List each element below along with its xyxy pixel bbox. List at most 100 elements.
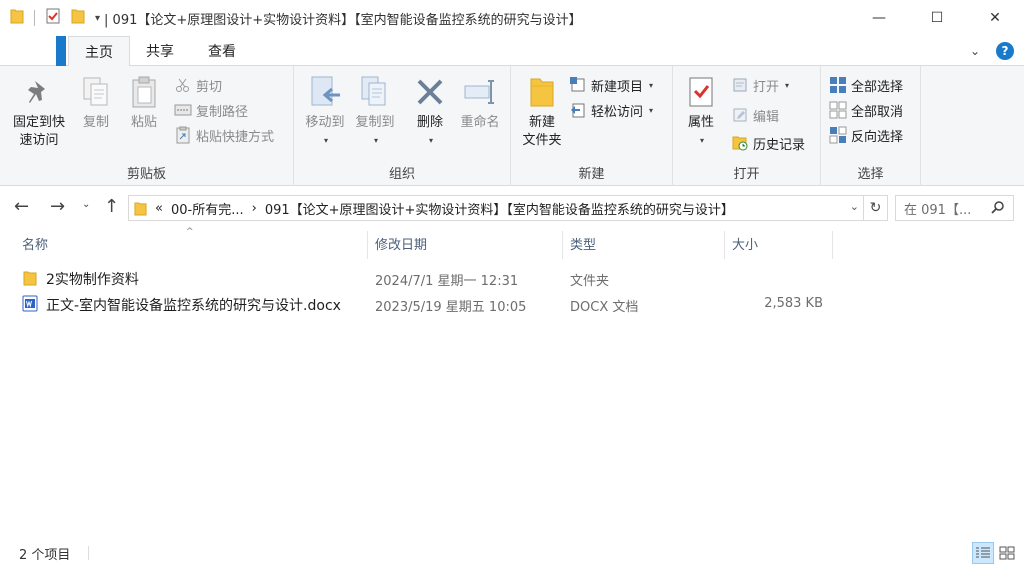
- history-label: 历史记录: [753, 137, 806, 153]
- tab-share[interactable]: 共享: [132, 36, 188, 66]
- window-controls: — ☐ ✕: [850, 0, 1024, 36]
- overflow-chevron[interactable]: «: [155, 201, 163, 216]
- new-item-button[interactable]: 新建项目 ▾: [569, 74, 653, 96]
- tab-view[interactable]: 查看: [192, 36, 252, 66]
- folder-icon: [23, 270, 37, 290]
- copy-path-button[interactable]: 复制路径: [174, 99, 248, 121]
- minimize-button[interactable]: —: [850, 0, 908, 36]
- new-folder-label-1: 新建: [528, 115, 555, 130]
- new-item-label: 新建项目: [591, 79, 644, 95]
- column-modified[interactable]: 修改日期: [368, 227, 562, 259]
- move-to-button[interactable]: 移动到 ▾: [298, 72, 352, 150]
- open-icon: [731, 76, 749, 94]
- delete-x-icon: [412, 72, 448, 112]
- delete-label: 删除: [416, 115, 443, 130]
- paste-shortcut-icon: [174, 126, 192, 144]
- customize-qat-icon[interactable]: ▾: [95, 13, 100, 24]
- cut-label: 剪切: [196, 79, 223, 95]
- history-button[interactable]: 历史记录: [731, 132, 805, 154]
- details-view-icon[interactable]: [972, 542, 994, 564]
- new-item-caret: ▾: [649, 80, 654, 90]
- maximize-button[interactable]: ☐: [908, 0, 966, 36]
- new-folder-qat-icon[interactable]: [71, 8, 85, 28]
- up-arrow-icon[interactable]: ↑: [104, 196, 119, 217]
- list-item[interactable]: 正文-室内智能设备监控系统的研究与设计.docx 2023/5/19 星期五 1…: [17, 292, 831, 316]
- column-name[interactable]: 名称: [15, 227, 367, 259]
- new-folder-button[interactable]: 新建 文件夹: [517, 72, 567, 150]
- easy-access-button[interactable]: 轻松访问 ▾: [569, 99, 653, 121]
- select-none-button[interactable]: 全部取消: [829, 99, 903, 121]
- column-divider[interactable]: [832, 231, 833, 259]
- tab-home[interactable]: 主页: [68, 36, 130, 67]
- breadcrumb-separator[interactable]: ›: [252, 201, 257, 216]
- select-group-label: 选择: [857, 167, 884, 182]
- easy-access-caret: ▾: [649, 105, 654, 115]
- address-bar[interactable]: « 00-所有完... › 091【论文+原理图设计+实物设计资料】【室内智能设…: [128, 195, 864, 221]
- paste-icon: [126, 72, 162, 112]
- copy-to-label: 复制到: [355, 115, 395, 130]
- copy-to-caret: ▾: [373, 136, 378, 145]
- separator: [34, 10, 35, 26]
- copy-to-icon: [357, 72, 393, 112]
- refresh-icon[interactable]: ↻: [864, 195, 888, 221]
- address-dropdown-icon[interactable]: ⌄: [850, 200, 859, 213]
- ribbon-tabs: 主页 共享 查看 ⌄ ?: [0, 36, 1024, 67]
- breadcrumb-parent[interactable]: 00-所有完...: [171, 199, 244, 218]
- copy-path-icon: [174, 101, 192, 119]
- easy-access-label: 轻松访问: [591, 104, 644, 120]
- status-divider: [88, 546, 89, 560]
- rename-label: 重命名: [460, 115, 500, 130]
- status-bar: 2 个项目: [0, 540, 1024, 566]
- clipboard-group-label: 剪贴板: [126, 167, 166, 182]
- search-icon: [991, 200, 1005, 218]
- search-input[interactable]: 在 091【...: [895, 195, 1014, 221]
- close-button[interactable]: ✕: [966, 0, 1024, 36]
- back-arrow-icon[interactable]: ←: [14, 196, 29, 217]
- file-type: 文件夹: [570, 274, 610, 289]
- pin-quick-access-button[interactable]: 固定到快 速访问: [6, 72, 72, 150]
- quick-access-toolbar: ▾: [0, 8, 100, 28]
- help-icon[interactable]: ?: [996, 42, 1014, 60]
- edit-label: 编辑: [753, 109, 780, 125]
- file-tab[interactable]: [56, 36, 66, 66]
- column-type[interactable]: 类型: [563, 227, 724, 259]
- chevron-down-icon[interactable]: ⌄: [970, 44, 980, 58]
- file-name: 正文-室内智能设备监控系统的研究与设计.docx: [46, 298, 341, 314]
- select-all-button[interactable]: 全部选择: [829, 74, 903, 96]
- item-count: 2 个项目: [19, 548, 71, 563]
- copy-path-label: 复制路径: [196, 104, 249, 120]
- rename-button[interactable]: 重命名: [454, 72, 506, 132]
- list-item[interactable]: 2实物制作资料 2024/7/1 星期一 12:31 文件夹: [17, 266, 831, 290]
- ribbon: 固定到快 速访问 复制 粘贴 剪切 复制路径 粘贴快捷方式 剪贴板 移动到 ▾ …: [0, 66, 1024, 186]
- delete-button[interactable]: 删除 ▾: [408, 72, 452, 150]
- new-folder-label-2: 文件夹: [522, 133, 562, 148]
- edit-button[interactable]: 编辑: [731, 104, 779, 126]
- forward-arrow-icon[interactable]: →: [50, 196, 65, 217]
- column-size[interactable]: 大小: [725, 227, 832, 259]
- pin-icon: [21, 72, 57, 112]
- scissors-icon: [174, 76, 192, 94]
- invert-selection-button[interactable]: 反向选择: [829, 124, 903, 146]
- ribbon-controls: ⌄ ?: [970, 42, 1014, 60]
- cut-button[interactable]: 剪切: [174, 74, 222, 96]
- copy-button[interactable]: 复制: [74, 72, 118, 132]
- properties-button[interactable]: 属性 ▾: [679, 72, 723, 150]
- file-size: 2,583 KB: [764, 296, 823, 311]
- docx-icon: [22, 295, 38, 316]
- file-name: 2实物制作资料: [46, 272, 139, 288]
- large-icons-view-icon[interactable]: [996, 542, 1018, 564]
- paste-button[interactable]: 粘贴: [122, 72, 166, 132]
- history-icon: [731, 134, 749, 152]
- properties-qat-icon[interactable]: [45, 8, 61, 28]
- open-button[interactable]: 打开 ▾: [731, 74, 789, 96]
- breadcrumb-current[interactable]: 091【论文+原理图设计+实物设计资料】【室内智能设备监控系统的研究与设计】: [265, 199, 734, 218]
- recent-locations-icon[interactable]: ⌄: [82, 199, 90, 210]
- pin-label-1: 固定到快: [12, 115, 65, 130]
- copy-to-button[interactable]: 复制到 ▾: [348, 72, 402, 150]
- paste-shortcut-label: 粘贴快捷方式: [196, 129, 275, 145]
- edit-icon: [731, 106, 749, 124]
- paste-shortcut-button[interactable]: 粘贴快捷方式: [174, 124, 274, 146]
- invert-selection-icon: [829, 126, 847, 144]
- group-clipboard: 固定到快 速访问 复制 粘贴 剪切 复制路径 粘贴快捷方式 剪贴板: [0, 66, 294, 186]
- properties-label: 属性: [687, 115, 714, 130]
